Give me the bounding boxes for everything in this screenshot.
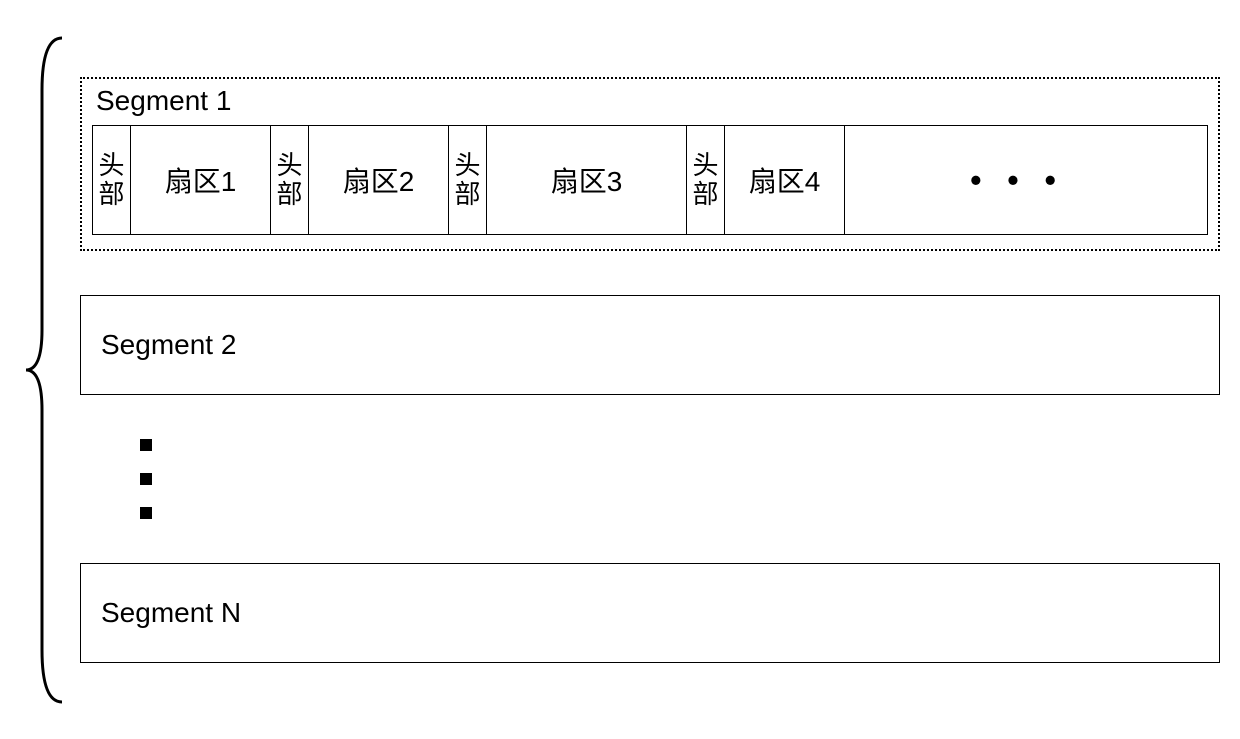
dot-icon xyxy=(140,439,152,451)
segment-n-box: Segment N xyxy=(80,563,1220,663)
header-cell-4: 头部 xyxy=(687,126,725,234)
sector-row: 头部 扇区1 头部 扇区2 头部 扇区3 头部 扇区4 ••• xyxy=(92,125,1208,235)
header-label: 头部 xyxy=(276,151,302,208)
segment-1-container: Segment 1 头部 扇区1 头部 扇区2 头部 扇区3 头部 扇区4 ••… xyxy=(80,77,1220,251)
segment-n-label: Segment N xyxy=(101,597,241,629)
header-cell-1: 头部 xyxy=(93,126,131,234)
header-cell-3: 头部 xyxy=(449,126,487,234)
left-brace-icon xyxy=(20,30,70,710)
sector-ellipsis: ••• xyxy=(845,126,1207,234)
sector-1: 扇区1 xyxy=(131,126,271,234)
segment-2-label: Segment 2 xyxy=(101,329,236,361)
dot-icon xyxy=(140,473,152,485)
header-label: 头部 xyxy=(98,151,124,208)
segment-2-box: Segment 2 xyxy=(80,295,1220,395)
sector-3: 扇区3 xyxy=(487,126,687,234)
diagram-content: Segment 1 头部 扇区1 头部 扇区2 头部 扇区3 头部 扇区4 ••… xyxy=(80,77,1220,663)
header-label: 头部 xyxy=(692,151,718,208)
segment-structure-diagram: Segment 1 头部 扇区1 头部 扇区2 头部 扇区3 头部 扇区4 ••… xyxy=(20,20,1220,720)
sector-2: 扇区2 xyxy=(309,126,449,234)
sector-4: 扇区4 xyxy=(725,126,845,234)
vertical-ellipsis xyxy=(80,439,1220,519)
header-cell-2: 头部 xyxy=(271,126,309,234)
dot-icon xyxy=(140,507,152,519)
segment-1-title: Segment 1 xyxy=(92,85,1208,117)
header-label: 头部 xyxy=(454,151,480,208)
